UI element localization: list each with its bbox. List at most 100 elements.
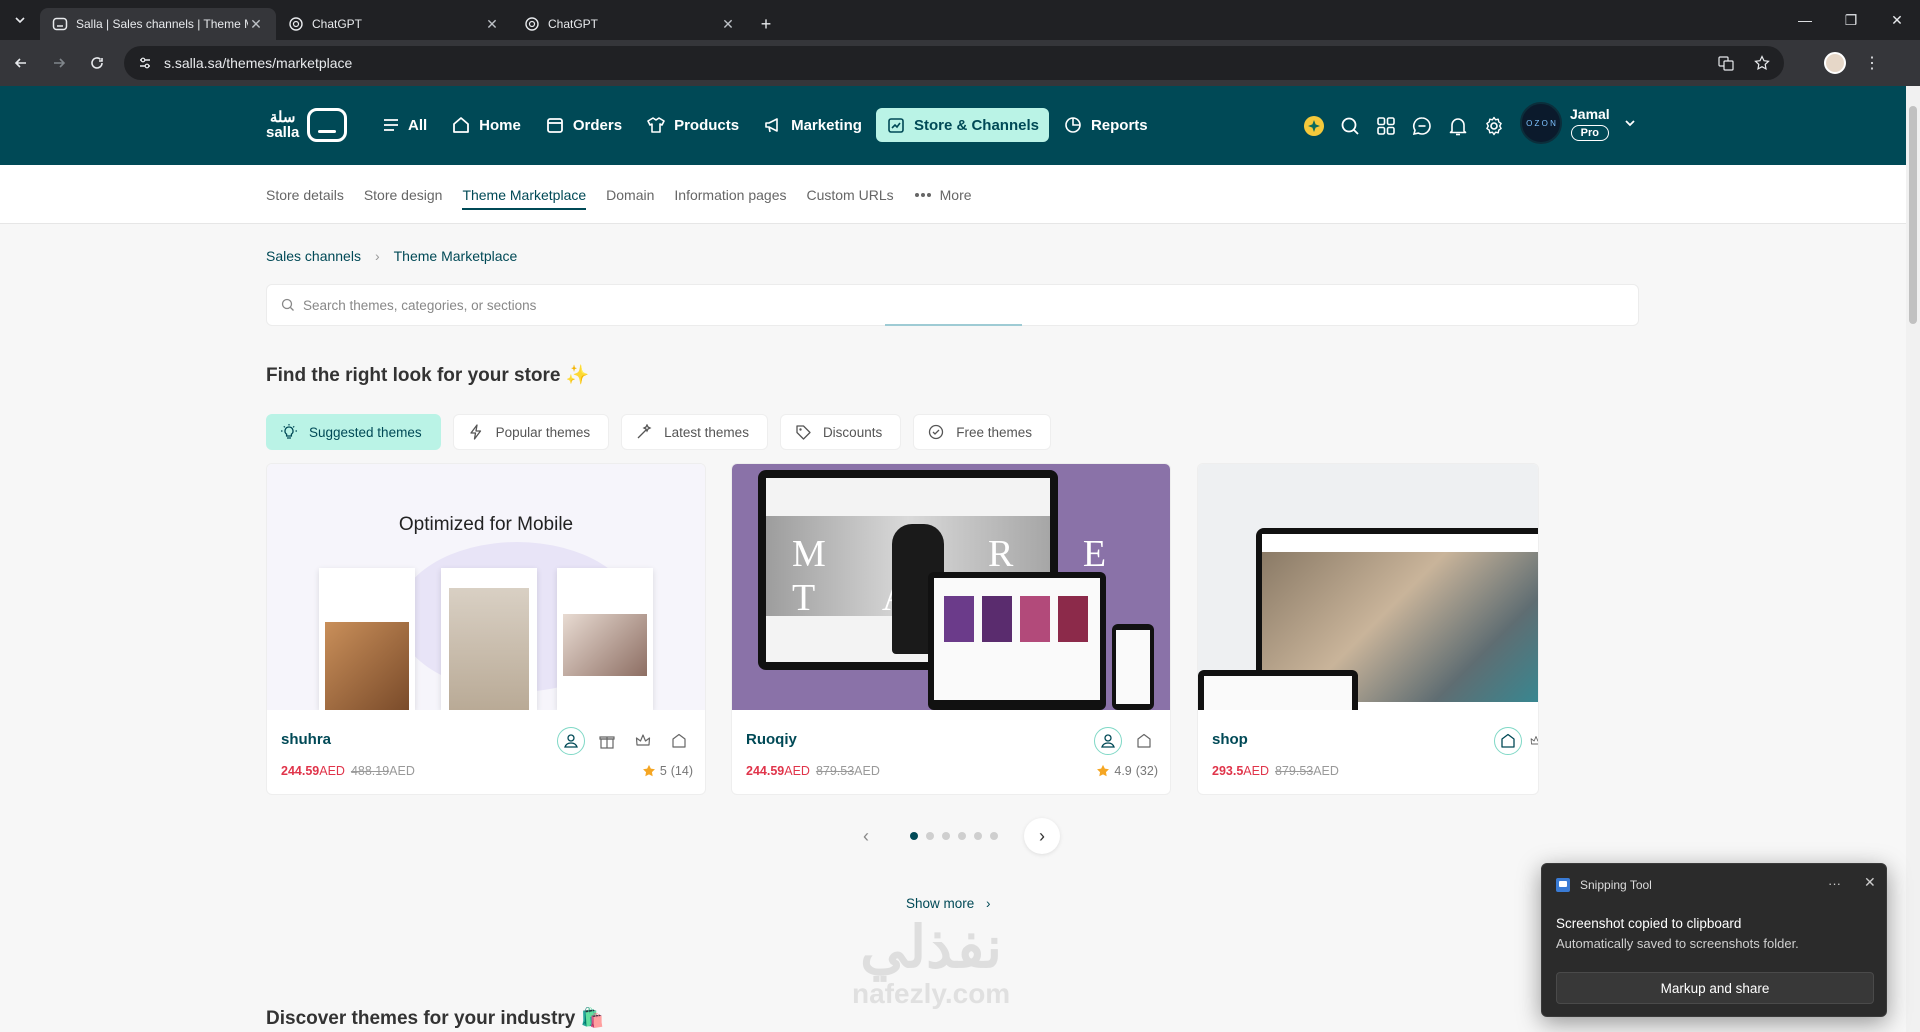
nav-label: Store & Channels [913, 116, 1039, 134]
chat-icon[interactable] [1410, 114, 1434, 138]
nav-orders[interactable]: Orders [535, 108, 632, 142]
subnav-store-details[interactable]: Store details [266, 165, 344, 224]
nav-reports[interactable]: Reports [1053, 108, 1158, 142]
browser-tab-chatgpt-2[interactable]: ChatGPT ✕ [512, 8, 748, 40]
user-menu[interactable]: O Z O N Jamal Pro [1520, 102, 1636, 144]
price-old: 488.19 [350, 764, 390, 778]
toast-close-icon[interactable]: ✕ [1864, 874, 1876, 891]
theme-search-input[interactable]: Search themes, categories, or sections [266, 284, 1639, 326]
theme-preview-image [1198, 464, 1538, 710]
menu-icon [384, 119, 398, 131]
close-tab-icon[interactable]: ✕ [720, 16, 736, 33]
minimize-icon[interactable]: — [1782, 0, 1828, 40]
nav-label: Marketing [791, 116, 862, 134]
reload-icon [91, 57, 103, 69]
carousel-dot[interactable] [990, 832, 998, 840]
chevron-right-icon: › [374, 248, 380, 264]
shop-icon [665, 727, 693, 755]
tab-title: Salla | Sales channels | Theme M [76, 17, 248, 31]
breadcrumb-parent[interactable]: Sales channels [266, 248, 361, 264]
carousel-pager: ‹ › [848, 818, 1060, 854]
subnav-more[interactable]: More [914, 165, 972, 224]
close-window-icon[interactable]: ✕ [1874, 0, 1920, 40]
nav-label: Home [479, 116, 521, 134]
search-icon[interactable] [1338, 114, 1362, 138]
url-text: s.salla.sa/themes/marketplace [164, 55, 353, 71]
carousel-dot[interactable] [910, 832, 918, 840]
subnav-domain[interactable]: Domain [606, 165, 654, 224]
theme-preview-image: M A R E T A [732, 464, 1170, 710]
tab-search-button[interactable] [0, 0, 40, 40]
nav-label: Products [674, 116, 740, 134]
ai-assistant-icon[interactable] [1302, 114, 1326, 138]
theme-card-shuhra[interactable]: Optimized for Mobile shuhra 244.59AED 48… [266, 463, 706, 795]
toast-more-icon[interactable]: ··· [1828, 876, 1841, 891]
store-icon [888, 118, 904, 133]
page-scrollbar[interactable] [1906, 86, 1920, 1032]
filter-suggested-themes[interactable]: Suggested themes [266, 414, 441, 450]
theme-preview-image: Optimized for Mobile [267, 464, 705, 710]
crown-icon [1530, 727, 1538, 755]
filter-discounts[interactable]: Discounts [779, 414, 902, 450]
carousel-dot[interactable] [974, 832, 982, 840]
theme-badges [1094, 727, 1158, 755]
browser-tab-salla[interactable]: Salla | Sales channels | Theme M ✕ [40, 8, 276, 40]
currency: AED [389, 764, 415, 778]
close-tab-icon[interactable]: ✕ [248, 16, 264, 33]
scrollbar-thumb[interactable] [1909, 106, 1917, 324]
forward-button[interactable] [42, 46, 76, 80]
nav-home[interactable]: Home [441, 108, 531, 142]
theme-name: shop [1212, 731, 1248, 748]
search-icon [281, 298, 294, 311]
browser-tab-bar: Salla | Sales channels | Theme M ✕ ChatG… [0, 0, 1920, 40]
back-button[interactable] [4, 46, 38, 80]
filter-latest-themes[interactable]: Latest themes [621, 414, 768, 450]
carousel-dot[interactable] [958, 832, 966, 840]
nav-all[interactable]: All [372, 108, 437, 142]
address-bar[interactable]: s.salla.sa/themes/marketplace [124, 46, 1784, 80]
theme-badges [557, 727, 693, 755]
carousel-dot[interactable] [942, 832, 950, 840]
filter-free-themes[interactable]: Free themes [913, 414, 1051, 450]
theme-card-shop[interactable]: shop 293.5AED 879.53 AED [1197, 463, 1539, 795]
show-more-link[interactable]: Show more › [906, 896, 991, 911]
search-loading-bar [885, 324, 1022, 326]
restore-icon[interactable]: ❐ [1828, 0, 1874, 40]
snipping-tool-icon [1556, 878, 1570, 892]
nav-products[interactable]: Products [636, 108, 749, 142]
theme-card-ruoqiy[interactable]: M A R E T A Ruoqiy 244.59AED 879.53 AED 4… [731, 463, 1171, 795]
subnav-custom-urls[interactable]: Custom URLs [806, 165, 893, 224]
watermark-ar: نفذلي [860, 915, 1003, 980]
new-tab-button[interactable]: + [748, 8, 784, 40]
carousel-prev-button[interactable]: ‹ [848, 818, 884, 854]
person-icon [1094, 727, 1122, 755]
reload-button[interactable] [80, 46, 114, 80]
chevron-right-icon: › [986, 896, 991, 911]
nav-marketing[interactable]: Marketing [753, 108, 872, 142]
carousel-next-button[interactable]: › [1024, 818, 1060, 854]
close-tab-icon[interactable]: ✕ [484, 16, 500, 33]
nav-store-channels[interactable]: Store & Channels [875, 108, 1049, 142]
store-avatar: O Z O N [1520, 102, 1562, 144]
gear-icon[interactable] [1482, 114, 1506, 138]
currency: AED [319, 764, 345, 778]
subnav-theme-marketplace[interactable]: Theme Marketplace [462, 165, 586, 224]
profile-avatar[interactable] [1824, 52, 1846, 74]
price-new: 244.59 [746, 764, 785, 778]
translate-icon [1718, 56, 1734, 71]
filter-label: Suggested themes [309, 424, 422, 440]
carousel-dots [910, 832, 998, 840]
nav-label: Orders [572, 116, 623, 134]
breadcrumb: Sales channels › Theme Marketplace [266, 248, 517, 264]
carousel-dot[interactable] [926, 832, 934, 840]
apps-grid-icon[interactable] [1374, 114, 1398, 138]
chatgpt-favicon-icon [525, 17, 539, 31]
subnav-information-pages[interactable]: Information pages [674, 165, 786, 224]
subnav-store-design[interactable]: Store design [364, 165, 443, 224]
bell-icon[interactable] [1446, 114, 1470, 138]
browser-menu-icon[interactable]: ⋮ [1864, 53, 1880, 73]
filter-popular-themes[interactable]: Popular themes [452, 414, 610, 450]
browser-tab-chatgpt[interactable]: ChatGPT ✕ [276, 8, 512, 40]
markup-and-share-button[interactable]: Markup and share [1556, 972, 1874, 1004]
salla-logo[interactable]: سلة salla [266, 108, 348, 142]
